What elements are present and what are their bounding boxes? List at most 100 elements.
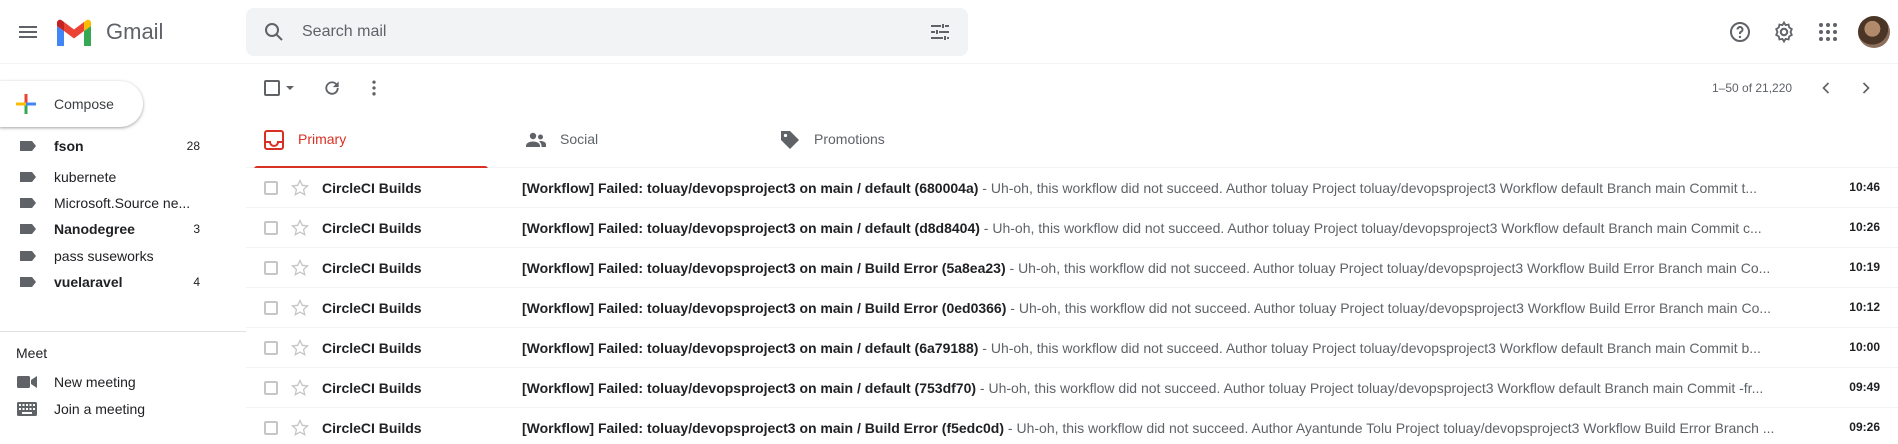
refresh-icon xyxy=(325,81,339,95)
sidebar-label-count: 28 xyxy=(186,139,200,153)
email-sender: CircleCI Builds xyxy=(322,300,422,316)
refresh-button[interactable] xyxy=(320,76,344,100)
checkbox-icon xyxy=(264,80,280,96)
email-subject: [Workflow] Failed: toluay/devopsproject3… xyxy=(522,300,1007,316)
email-time: 09:49 xyxy=(1849,380,1880,394)
row-checkbox[interactable] xyxy=(264,381,278,395)
search-input[interactable] xyxy=(302,20,862,44)
compose-plus-icon xyxy=(16,94,36,114)
email-snippet: - Uh-oh, this workflow did not succeed. … xyxy=(979,220,1762,236)
menu-icon xyxy=(19,26,37,38)
email-subject: [Workflow] Failed: toluay/devopsproject3… xyxy=(522,260,1006,276)
label-icon xyxy=(20,141,36,151)
row-checkbox[interactable] xyxy=(264,341,278,355)
search-icon[interactable] xyxy=(262,20,286,44)
tab-label: Social xyxy=(560,131,599,147)
email-content: [Workflow] Failed: toluay/devopsproject3… xyxy=(522,340,1780,356)
main-menu-button[interactable] xyxy=(12,16,44,48)
newer-page-button[interactable] xyxy=(1854,76,1878,100)
email-snippet: - Uh-oh, this workflow did not succeed. … xyxy=(978,180,1758,196)
older-page-button[interactable] xyxy=(1814,76,1838,100)
search-bar[interactable] xyxy=(246,8,968,56)
mail-row[interactable]: CircleCI Builds [Workflow] Failed: tolua… xyxy=(246,248,1898,288)
compose-button[interactable]: Compose xyxy=(0,81,143,127)
star-icon[interactable] xyxy=(290,218,310,238)
star-icon[interactable] xyxy=(290,178,310,198)
star-icon[interactable] xyxy=(290,258,310,278)
chevron-right-icon xyxy=(1862,82,1870,94)
email-snippet: - Uh-oh, this workflow did not succeed. … xyxy=(978,340,1761,356)
tag-icon xyxy=(781,131,799,149)
mail-row[interactable]: CircleCI Builds [Workflow] Failed: tolua… xyxy=(246,208,1898,248)
mail-row[interactable]: CircleCI Builds [Workflow] Failed: tolua… xyxy=(246,368,1898,408)
tab-social[interactable]: Social xyxy=(508,112,758,168)
help-icon[interactable] xyxy=(1728,20,1752,44)
sidebar-label-count: 3 xyxy=(193,222,200,236)
mail-row[interactable]: CircleCI Builds [Workflow] Failed: tolua… xyxy=(246,408,1898,444)
gmail-logo-icon[interactable] xyxy=(54,16,94,48)
label-icon xyxy=(20,198,36,208)
sidebar-divider xyxy=(0,331,246,332)
account-avatar[interactable] xyxy=(1858,16,1890,48)
chevron-left-icon xyxy=(1822,82,1830,94)
pagination-range: 1–50 of 21,220 xyxy=(1712,81,1793,95)
settings-icon[interactable] xyxy=(1772,20,1796,44)
star-icon[interactable] xyxy=(290,418,310,438)
label-icon xyxy=(20,172,36,182)
sidebar-label-fson[interactable]: fson 28 xyxy=(0,138,210,162)
email-time: 10:00 xyxy=(1849,340,1880,354)
email-sender: CircleCI Builds xyxy=(322,180,422,196)
top-bar: Gmail xyxy=(0,0,1898,64)
email-subject: [Workflow] Failed: toluay/devopsproject3… xyxy=(522,220,980,236)
gmail-brand-text[interactable]: Gmail xyxy=(106,19,163,45)
email-snippet: - Uh-oh, this workflow did not succeed. … xyxy=(1006,300,1772,316)
email-content: [Workflow] Failed: toluay/devopsproject3… xyxy=(522,420,1780,436)
sidebar-label-text: kubernete xyxy=(54,169,117,185)
row-checkbox[interactable] xyxy=(264,261,278,275)
people-icon xyxy=(526,132,546,147)
email-time: 10:12 xyxy=(1849,300,1880,314)
dropdown-arrow-icon xyxy=(286,86,294,90)
apps-grid-icon[interactable] xyxy=(1816,20,1840,44)
email-sender: CircleCI Builds xyxy=(322,380,422,396)
sidebar-label-vuelaravel[interactable]: vuelaravel 4 xyxy=(0,266,210,298)
email-snippet: - Uh-oh, this workflow did not succeed. … xyxy=(976,380,1764,396)
sidebar-label-text: Microsoft.Source ne... xyxy=(54,195,191,211)
select-all-checkbox[interactable] xyxy=(262,76,298,100)
email-content: [Workflow] Failed: toluay/devopsproject3… xyxy=(522,220,1780,236)
tab-promotions[interactable]: Promotions xyxy=(762,112,1012,168)
mail-row[interactable]: CircleCI Builds [Workflow] Failed: tolua… xyxy=(246,168,1898,208)
sidebar-label-text: fson xyxy=(54,138,84,154)
compose-label: Compose xyxy=(54,96,114,112)
search-options-icon[interactable] xyxy=(928,20,952,44)
row-checkbox[interactable] xyxy=(264,301,278,315)
email-snippet: - Uh-oh, this workflow did not succeed. … xyxy=(1005,260,1771,276)
new-meeting-label: New meeting xyxy=(54,374,136,390)
tab-label: Primary xyxy=(298,131,347,147)
category-tabs: Primary Social Promotions xyxy=(246,112,1898,169)
video-camera-icon xyxy=(17,376,37,388)
email-content: [Workflow] Failed: toluay/devopsproject3… xyxy=(522,180,1780,196)
meet-section-title: Meet xyxy=(16,345,48,361)
sidebar: fson 28 kubernete Microsoft.Source ne...… xyxy=(0,138,246,444)
mail-row[interactable]: CircleCI Builds [Workflow] Failed: tolua… xyxy=(246,328,1898,368)
star-icon[interactable] xyxy=(290,338,310,358)
row-checkbox[interactable] xyxy=(264,181,278,195)
sidebar-label-count: 4 xyxy=(193,275,200,289)
email-sender: CircleCI Builds xyxy=(322,420,422,436)
email-subject: [Workflow] Failed: toluay/devopsproject3… xyxy=(522,180,979,196)
email-subject: [Workflow] Failed: toluay/devopsproject3… xyxy=(522,340,979,356)
keyboard-icon xyxy=(17,402,37,416)
mail-row[interactable]: CircleCI Builds [Workflow] Failed: tolua… xyxy=(246,288,1898,328)
row-checkbox[interactable] xyxy=(264,221,278,235)
email-snippet: - Uh-oh, this workflow did not succeed. … xyxy=(1004,420,1775,436)
email-subject: [Workflow] Failed: toluay/devopsproject3… xyxy=(522,420,1005,436)
sidebar-label-text: vuelaravel xyxy=(54,274,123,290)
row-checkbox[interactable] xyxy=(264,421,278,435)
more-actions-button[interactable] xyxy=(362,76,386,100)
join-meeting-button[interactable]: Join a meeting xyxy=(0,393,240,425)
star-icon[interactable] xyxy=(290,298,310,318)
star-icon[interactable] xyxy=(290,378,310,398)
mail-toolbar: 1–50 of 21,220 xyxy=(246,64,1898,112)
tab-primary[interactable]: Primary xyxy=(246,112,496,169)
